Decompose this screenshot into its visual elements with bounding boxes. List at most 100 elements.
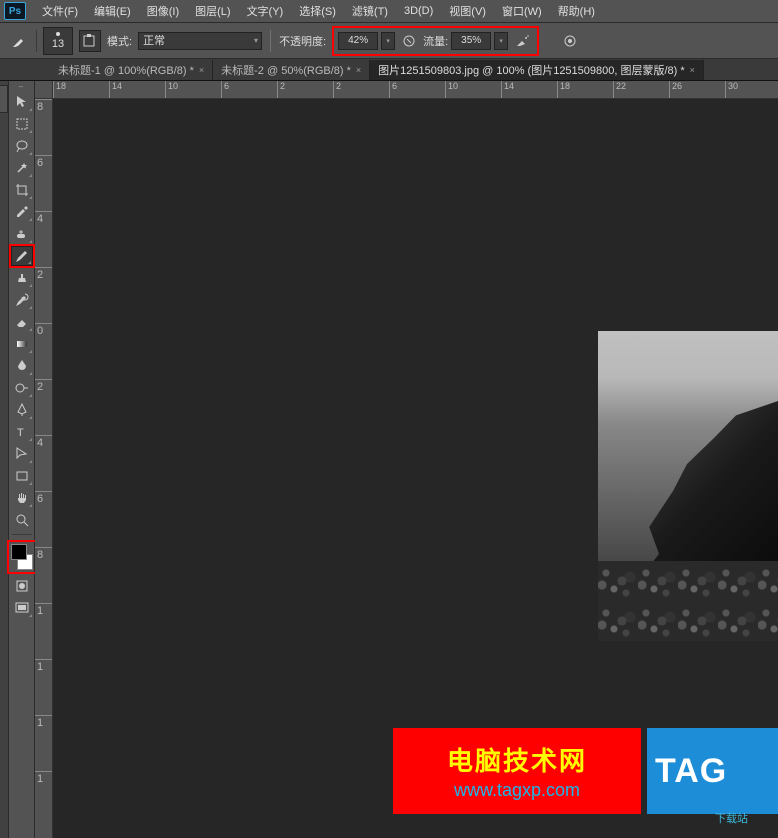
grip-icon[interactable]: ┅ <box>10 83 34 91</box>
ruler-tick: 1 <box>35 771 53 827</box>
color-swatch[interactable] <box>9 542 35 572</box>
divider <box>36 30 37 52</box>
move-tool[interactable] <box>11 92 33 112</box>
ruler-tick: 2 <box>35 267 53 323</box>
magic-wand-tool[interactable] <box>11 158 33 178</box>
menu-layer[interactable]: 图层(L) <box>187 3 238 19</box>
lasso-tool[interactable] <box>11 136 33 156</box>
flow-input[interactable] <box>451 32 491 50</box>
ruler-tick: 4 <box>35 435 53 491</box>
menu-image[interactable]: 图像(I) <box>139 3 187 19</box>
menu-3d[interactable]: 3D(D) <box>396 5 441 17</box>
screen-mode-tool[interactable] <box>11 598 33 618</box>
pressure-opacity-icon[interactable] <box>398 30 420 52</box>
panel-dock-strip <box>0 81 9 838</box>
watermark-url: www.tagxp.com <box>454 780 580 801</box>
watermark-tag: TAG <box>655 752 727 791</box>
app-logo: Ps <box>4 2 26 20</box>
zoom-tool[interactable] <box>11 510 33 530</box>
ruler-tick: 14 <box>109 81 165 99</box>
hand-tool[interactable] <box>11 488 33 508</box>
blur-tool[interactable] <box>11 356 33 376</box>
horizontal-ruler[interactable]: 18 14 10 6 2 2 6 10 14 18 22 26 30 <box>53 81 778 99</box>
eyedropper-tool[interactable] <box>11 202 33 222</box>
watermark-title: 电脑技术网 <box>447 741 587 778</box>
ruler-tick: 14 <box>501 81 557 99</box>
brush-panel-toggle[interactable] <box>79 30 101 52</box>
ruler-tick: 2 <box>277 81 333 99</box>
menu-bar: Ps 文件(F) 编辑(E) 图像(I) 图层(L) 文字(Y) 选择(S) 滤… <box>0 0 778 23</box>
opacity-dropdown[interactable]: ▾ <box>381 32 395 50</box>
document-tabs: 未标题-1 @ 100%(RGB/8) * × 未标题-2 @ 50%(RGB/… <box>0 59 778 81</box>
collapsed-panel-tab[interactable] <box>0 85 8 113</box>
path-selection-tool[interactable] <box>11 444 33 464</box>
healing-brush-tool[interactable] <box>11 224 33 244</box>
ruler-tick: 6 <box>35 155 53 211</box>
airbrush-icon[interactable] <box>511 30 533 52</box>
toolbox: ┅ T <box>9 81 35 838</box>
brush-preset-picker[interactable]: 13 <box>43 27 73 55</box>
document-image <box>598 331 778 641</box>
menu-select[interactable]: 选择(S) <box>291 3 344 19</box>
vertical-ruler[interactable]: 8 6 4 2 0 2 4 6 8 1 1 1 1 <box>35 99 53 838</box>
ruler-tick: 26 <box>669 81 725 99</box>
brush-tool[interactable] <box>11 246 33 266</box>
ruler-tick: 4 <box>35 211 53 267</box>
divider <box>270 30 271 52</box>
type-tool[interactable]: T <box>11 422 33 442</box>
ruler-tick: 6 <box>35 491 53 547</box>
ruler-tick: 10 <box>445 81 501 99</box>
clone-stamp-tool[interactable] <box>11 268 33 288</box>
menu-help[interactable]: 帮助(H) <box>550 3 603 19</box>
svg-text:T: T <box>17 427 24 439</box>
mountain-graphic <box>638 401 778 581</box>
ruler-tick: 1 <box>35 603 53 659</box>
rectangle-tool[interactable] <box>11 466 33 486</box>
divider <box>12 534 32 535</box>
tab-doc-1[interactable]: 未标题-1 @ 100%(RGB/8) * × <box>50 60 213 80</box>
tab-doc-3[interactable]: 图片1251509803.jpg @ 100% (图片1251509800, 图… <box>370 60 704 80</box>
crop-tool[interactable] <box>11 180 33 200</box>
ruler-tick: 1 <box>35 659 53 715</box>
ruler-tick: 8 <box>35 547 53 603</box>
opacity-input[interactable] <box>338 32 378 50</box>
brush-size-value: 13 <box>52 38 64 50</box>
ruler-tick: 18 <box>557 81 613 99</box>
quick-mask-tool[interactable] <box>11 576 33 596</box>
history-brush-tool[interactable] <box>11 290 33 310</box>
eraser-tool[interactable] <box>11 312 33 332</box>
brush-dot-icon <box>56 32 60 36</box>
ruler-tick: 2 <box>35 379 53 435</box>
tab-label: 未标题-1 @ 100%(RGB/8) * <box>58 62 194 78</box>
ruler-tick: 8 <box>35 99 53 155</box>
ruler-tick: 22 <box>613 81 669 99</box>
marquee-tool[interactable] <box>11 114 33 134</box>
close-icon[interactable]: × <box>356 65 361 75</box>
foreground-color[interactable] <box>11 544 27 560</box>
menu-window[interactable]: 窗口(W) <box>494 3 550 19</box>
dodge-tool[interactable] <box>11 378 33 398</box>
watermark-blue: TAG <box>647 728 778 814</box>
flow-label: 流量: <box>423 33 448 49</box>
menu-text[interactable]: 文字(Y) <box>239 3 292 19</box>
canvas[interactable]: 18 14 10 6 2 2 6 10 14 18 22 26 30 8 6 4… <box>35 81 778 838</box>
pen-tool[interactable] <box>11 400 33 420</box>
menu-view[interactable]: 视图(V) <box>441 3 494 19</box>
ruler-tick: 0 <box>35 323 53 379</box>
ruler-origin[interactable] <box>35 81 53 99</box>
current-tool-icon[interactable] <box>8 30 30 52</box>
close-icon[interactable]: × <box>199 65 204 75</box>
ruler-tick: 2 <box>333 81 389 99</box>
highlight-opacity-flow: ▾ 流量: ▾ <box>332 26 539 56</box>
flow-dropdown[interactable]: ▾ <box>494 32 508 50</box>
opacity-label: 不透明度: <box>279 33 326 49</box>
pressure-size-icon[interactable] <box>559 30 581 52</box>
rocks-graphic <box>598 561 778 641</box>
menu-file[interactable]: 文件(F) <box>34 3 86 19</box>
close-icon[interactable]: × <box>690 65 695 75</box>
menu-edit[interactable]: 编辑(E) <box>86 3 139 19</box>
blend-mode-select[interactable]: 正常 <box>138 32 262 50</box>
menu-filter[interactable]: 滤镜(T) <box>344 3 396 19</box>
tab-doc-2[interactable]: 未标题-2 @ 50%(RGB/8) * × <box>213 60 370 80</box>
gradient-tool[interactable] <box>11 334 33 354</box>
